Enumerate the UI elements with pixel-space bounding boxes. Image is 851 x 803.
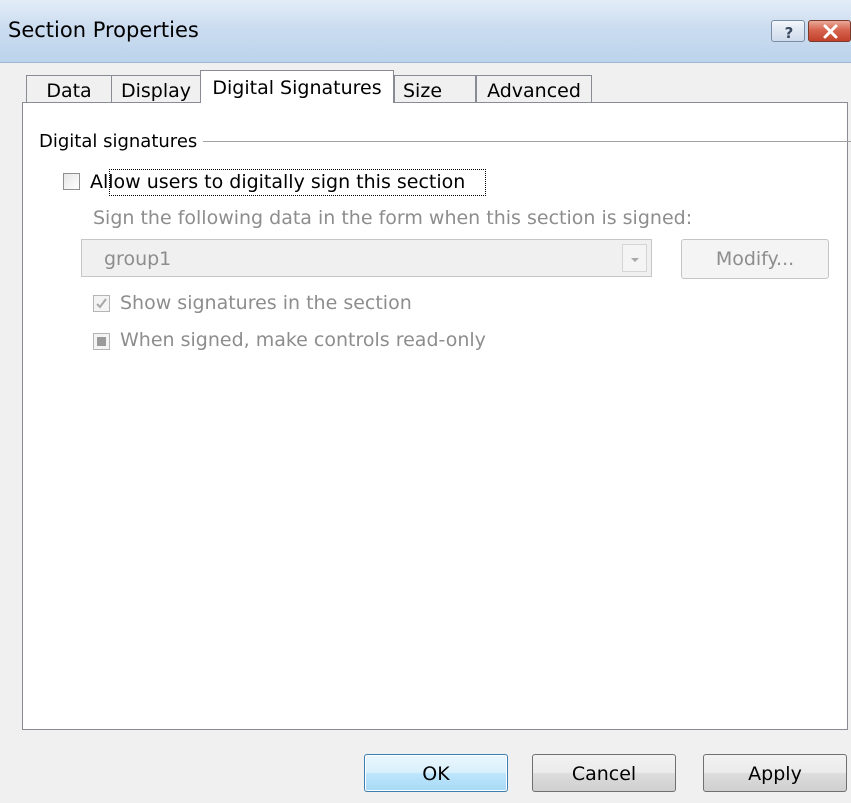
cancel-button-label: Cancel <box>571 763 637 785</box>
tab-panel-digital-signatures: Digital signatures Allow users to digita… <box>22 102 851 730</box>
tab-digital-signatures-label: Digital Signatures <box>212 77 382 99</box>
group-divider <box>203 141 851 142</box>
svg-text:?: ? <box>785 24 794 42</box>
help-question-icon: ? <box>785 24 794 42</box>
cancel-button[interactable]: Cancel <box>532 754 676 792</box>
apply-button-label: Apply <box>748 763 802 785</box>
tab-size[interactable]: Size <box>394 75 476 103</box>
show-signatures-label[interactable]: Show signatures in the section <box>120 292 412 314</box>
apply-button[interactable]: Apply <box>703 754 847 792</box>
sign-data-label: Sign the following data in the form when… <box>93 207 693 229</box>
tab-size-label: Size <box>403 80 443 102</box>
group-label-digital-signatures: Digital signatures <box>39 131 200 152</box>
show-signatures-checkbox[interactable] <box>93 295 110 312</box>
tab-advanced-label: Advanced <box>487 80 581 102</box>
ok-button[interactable]: OK <box>364 754 508 792</box>
allow-sign-label[interactable]: Allow users to digitally sign this secti… <box>90 171 465 193</box>
tab-data[interactable]: Data <box>26 75 112 103</box>
indeterminate-indicator <box>97 337 106 346</box>
modify-button-label: Modify... <box>715 248 795 270</box>
help-button[interactable]: ? <box>771 20 805 42</box>
sign-data-select[interactable]: group1 <box>81 239 652 277</box>
tab-advanced[interactable]: Advanced <box>476 75 592 103</box>
tab-display[interactable]: Display <box>111 75 201 103</box>
close-x-icon <box>823 24 838 39</box>
read-only-label[interactable]: When signed, make controls read-only <box>120 329 486 351</box>
dropdown-arrow-button[interactable] <box>622 244 647 272</box>
sign-data-select-value: group1 <box>104 248 172 270</box>
allow-sign-checkbox[interactable] <box>63 173 80 190</box>
modify-button[interactable]: Modify... <box>681 239 829 279</box>
close-button[interactable] <box>808 20 851 42</box>
tab-display-label: Display <box>120 80 192 102</box>
tab-digital-signatures[interactable]: Digital Signatures <box>200 70 394 103</box>
section-properties-dialog: Section Properties ? Data Display Digita… <box>0 0 851 803</box>
checkmark-icon <box>96 298 107 309</box>
read-only-checkbox[interactable] <box>93 333 110 350</box>
ok-button-label: OK <box>422 763 450 785</box>
tab-data-label: Data <box>46 80 92 102</box>
chevron-down-icon <box>631 258 639 262</box>
title-bar[interactable]: Section Properties ? <box>0 0 851 63</box>
window-title: Section Properties <box>8 18 199 42</box>
